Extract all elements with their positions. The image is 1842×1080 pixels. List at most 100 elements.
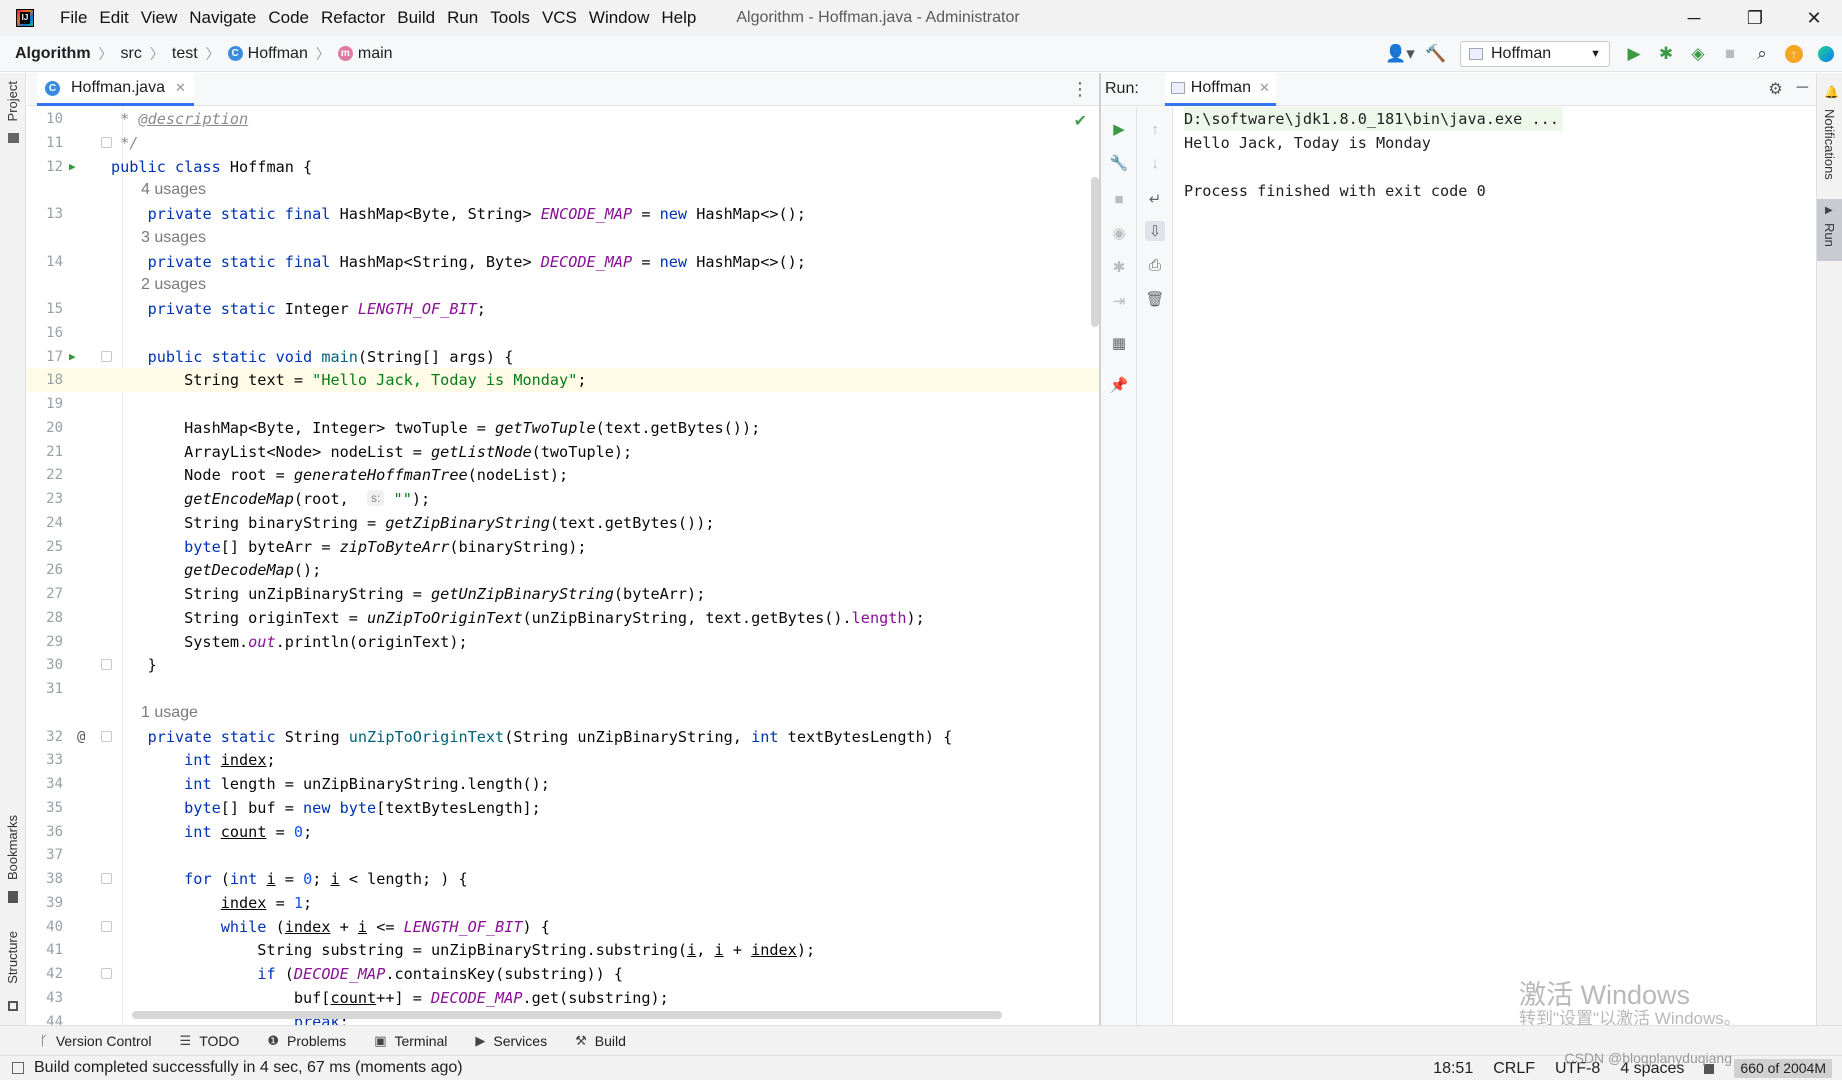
arrow-down-icon[interactable]: ↓ bbox=[1145, 153, 1165, 173]
breadcrumb-class[interactable]: C Hoffman bbox=[227, 45, 308, 63]
code-line[interactable]: 21 ArrayList<Node> nodeList = getListNod… bbox=[27, 440, 1099, 464]
stop-icon[interactable]: ■ bbox=[1109, 189, 1129, 209]
vertical-scrollbar[interactable] bbox=[1091, 177, 1099, 327]
version-control-tab[interactable]: ᚴ Version Control bbox=[40, 1033, 152, 1049]
console-output[interactable]: D:\software\jdk1.8.0_181\bin\java.exe ..… bbox=[1174, 107, 1816, 1025]
stop-icon[interactable]: ■ bbox=[1716, 40, 1744, 68]
menu-run[interactable]: Run bbox=[441, 8, 484, 28]
run-configuration-select[interactable]: Hoffman ▼ bbox=[1460, 41, 1610, 67]
minimize-button[interactable]: ─ bbox=[1666, 0, 1722, 36]
code-line[interactable]: 37 bbox=[27, 843, 1099, 867]
code-line[interactable]: 26 getDecodeMap(); bbox=[27, 558, 1099, 582]
code-line[interactable]: 41 String substring = unZipBinaryString.… bbox=[27, 938, 1099, 962]
camera-icon[interactable]: ◉ bbox=[1109, 223, 1129, 243]
code-line[interactable]: 13 private static final HashMap<Byte, St… bbox=[27, 202, 1099, 226]
line-separator[interactable]: CRLF bbox=[1493, 1060, 1535, 1078]
coverage-icon[interactable]: ◈ bbox=[1684, 40, 1712, 68]
close-tab-icon[interactable]: ✕ bbox=[1259, 80, 1270, 96]
hide-icon[interactable]: ─ bbox=[1797, 79, 1808, 99]
usages-hint[interactable]: 4 usages bbox=[27, 178, 1099, 202]
notifications-tool-button[interactable]: Notifications bbox=[1822, 109, 1837, 180]
services-tab[interactable]: ▶ Services bbox=[475, 1033, 547, 1049]
tab-hoffman-java[interactable]: C Hoffman.java ✕ bbox=[37, 73, 194, 106]
todo-tab[interactable]: ☰ TODO bbox=[180, 1033, 240, 1049]
breadcrumb-method[interactable]: m main bbox=[337, 45, 393, 63]
toolbox-icon[interactable] bbox=[1812, 40, 1840, 68]
run-icon[interactable]: ▶ bbox=[1620, 40, 1648, 68]
project-tool-button[interactable]: Project bbox=[5, 81, 20, 121]
print-icon[interactable]: ⎙ bbox=[1145, 255, 1165, 275]
code-line[interactable]: 28 String originText = unZipToOriginText… bbox=[27, 606, 1099, 630]
breadcrumb-src[interactable]: src bbox=[121, 45, 142, 63]
user-icon[interactable]: 👤▾ bbox=[1382, 40, 1418, 68]
code-line[interactable]: 16 bbox=[27, 321, 1099, 345]
close-button[interactable]: ✕ bbox=[1786, 0, 1842, 36]
pin-icon[interactable]: 📌 bbox=[1109, 375, 1129, 395]
code-line[interactable]: 30 } bbox=[27, 653, 1099, 677]
code-line[interactable]: 10 * @description bbox=[27, 107, 1099, 131]
arrow-up-icon[interactable]: ↑ bbox=[1145, 119, 1165, 139]
problems-tab[interactable]: ❶ Problems bbox=[267, 1033, 346, 1049]
menu-file[interactable]: File bbox=[54, 8, 93, 28]
usages-hint[interactable]: 2 usages bbox=[27, 273, 1099, 297]
code-line[interactable]: 23 getEncodeMap(root, s: ""); bbox=[27, 487, 1099, 511]
gutter-at-icon[interactable]: @ bbox=[77, 725, 85, 749]
gutter-run-icon[interactable]: ▶ bbox=[69, 155, 76, 179]
code-line[interactable]: 20 HashMap<Byte, Integer> twoTuple = get… bbox=[27, 416, 1099, 440]
bookmarks-tool-button[interactable]: Bookmarks bbox=[5, 815, 20, 880]
menu-tools[interactable]: Tools bbox=[484, 8, 536, 28]
code-line[interactable]: 15 private static Integer LENGTH_OF_BIT; bbox=[27, 297, 1099, 321]
layout-icon[interactable]: ▦ bbox=[1109, 333, 1129, 353]
code-line[interactable]: 33 int index; bbox=[27, 748, 1099, 772]
build-tab[interactable]: ⚒ Build bbox=[575, 1033, 626, 1049]
update-icon[interactable]: ↑ bbox=[1780, 40, 1808, 68]
code-line[interactable]: 36 int count = 0; bbox=[27, 820, 1099, 844]
code-line[interactable]: 31 bbox=[27, 677, 1099, 701]
close-tab-icon[interactable]: ✕ bbox=[175, 80, 186, 96]
search-icon[interactable]: ⌕ bbox=[1748, 40, 1776, 68]
gutter-run-icon[interactable]: ▶ bbox=[69, 345, 76, 369]
menu-refactor[interactable]: Refactor bbox=[315, 8, 391, 28]
menu-help[interactable]: Help bbox=[655, 8, 702, 28]
more-options-icon[interactable]: ⋮ bbox=[1071, 79, 1089, 100]
breadcrumb-project[interactable]: Algorithm bbox=[15, 45, 91, 63]
code-line[interactable]: 42 if (DECODE_MAP.containsKey(substring)… bbox=[27, 962, 1099, 986]
soft-wrap-icon[interactable]: ↵ bbox=[1145, 189, 1165, 209]
run-tool-button[interactable]: ▶ Run bbox=[1817, 199, 1842, 261]
memory-indicator[interactable]: 660 of 2004M bbox=[1734, 1059, 1832, 1078]
terminal-tab[interactable]: ▣ Terminal bbox=[374, 1033, 447, 1049]
menu-navigate[interactable]: Navigate bbox=[183, 8, 262, 28]
breadcrumb-test[interactable]: test bbox=[172, 45, 198, 63]
code-line[interactable]: 27 String unZipBinaryString = getUnZipBi… bbox=[27, 582, 1099, 606]
code-line[interactable]: 43 buf[count++] = DECODE_MAP.get(substri… bbox=[27, 986, 1099, 1010]
rerun-icon[interactable]: ▶ bbox=[1109, 119, 1129, 139]
caret-position[interactable]: 18:51 bbox=[1433, 1060, 1473, 1078]
code-line[interactable]: 22 Node root = generateHoffmanTree(nodeL… bbox=[27, 463, 1099, 487]
menu-build[interactable]: Build bbox=[391, 8, 441, 28]
usages-hint[interactable]: 3 usages bbox=[27, 226, 1099, 250]
scroll-to-end-icon[interactable]: ⇩ bbox=[1145, 221, 1165, 241]
code-line[interactable]: 11 */ bbox=[27, 131, 1099, 155]
code-line[interactable]: 34 int length = unZipBinaryString.length… bbox=[27, 772, 1099, 796]
code-line[interactable]: 12 ▶ public class Hoffman { bbox=[27, 155, 1099, 179]
menu-view[interactable]: View bbox=[135, 8, 184, 28]
run-tab-hoffman[interactable]: Hoffman ✕ bbox=[1164, 72, 1276, 106]
code-line[interactable]: 17 ▶ public static void main(String[] arg… bbox=[27, 345, 1099, 369]
structure-tool-button[interactable]: Structure bbox=[5, 931, 20, 984]
trash-icon[interactable]: 🗑 bbox=[1145, 289, 1165, 309]
code-line[interactable]: 39 index = 1; bbox=[27, 891, 1099, 915]
menu-vcs[interactable]: VCS bbox=[536, 8, 583, 28]
build-hammer-icon[interactable]: 🔨 bbox=[1422, 40, 1450, 68]
code-line[interactable]: 18 String text = "Hello Jack, Today is M… bbox=[27, 368, 1099, 393]
menu-code[interactable]: Code bbox=[262, 8, 315, 28]
wrench-icon[interactable]: 🔧 bbox=[1109, 153, 1129, 173]
bug-icon[interactable]: ✱ bbox=[1109, 257, 1129, 277]
horizontal-scrollbar[interactable] bbox=[132, 1011, 1002, 1019]
code-line[interactable]: 14 private static final HashMap<String, … bbox=[27, 250, 1099, 274]
console-command-line[interactable]: D:\software\jdk1.8.0_181\bin\java.exe ..… bbox=[1184, 107, 1563, 131]
code-line[interactable]: 32 @ private static String unZipToOriginT… bbox=[27, 725, 1099, 749]
status-message[interactable]: Build completed successfully in 4 sec, 6… bbox=[12, 1059, 463, 1077]
code-line[interactable]: 29 System.out.println(originText); bbox=[27, 630, 1099, 654]
code-line[interactable]: 24 String binaryString = getZipBinaryStr… bbox=[27, 511, 1099, 535]
usages-hint[interactable]: 1 usage bbox=[27, 701, 1099, 725]
